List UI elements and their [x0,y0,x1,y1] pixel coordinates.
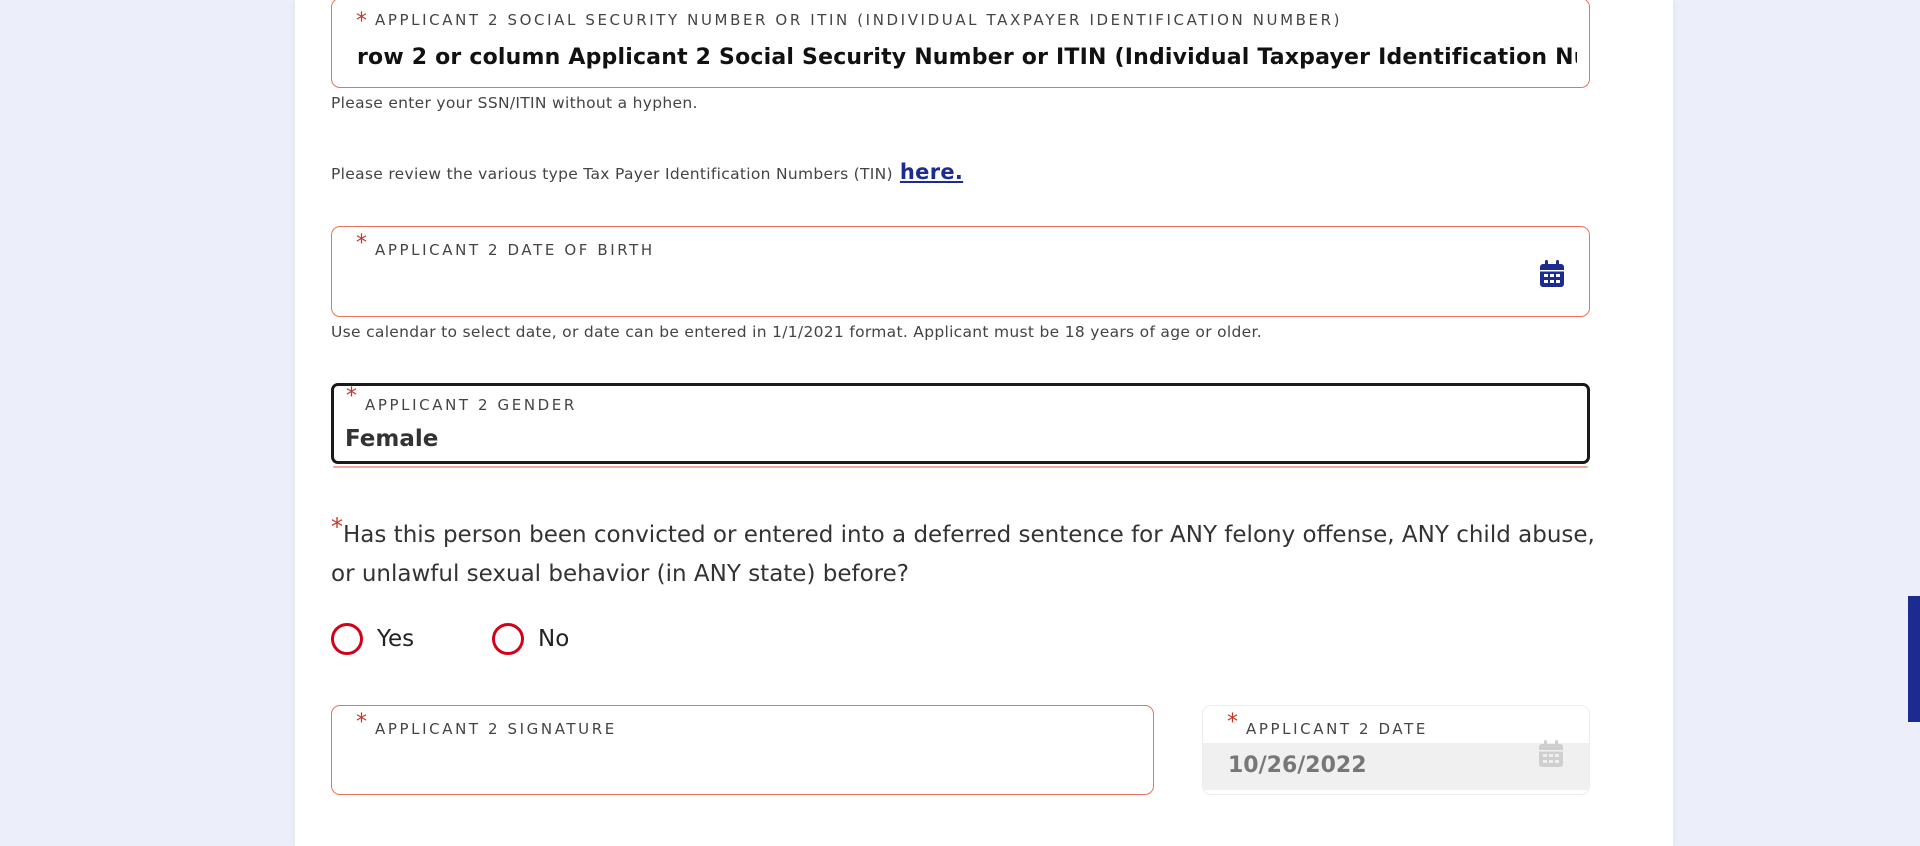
signature-field[interactable]: * APPLICANT 2 SIGNATURE [331,705,1154,795]
scrollbar-track[interactable] [1908,0,1920,846]
signature-label: APPLICANT 2 SIGNATURE [375,720,617,738]
ssn-help-text: Please enter your SSN/ITIN without a hyp… [331,94,698,112]
felony-yes-radio[interactable]: Yes [331,623,414,655]
required-marker: * [331,513,343,541]
date-value: 10/26/2022 [1228,753,1367,778]
date-label: APPLICANT 2 DATE [1246,720,1428,738]
ssn-label: APPLICANT 2 SOCIAL SECURITY NUMBER OR IT… [375,11,1343,29]
required-marker: * [356,231,367,256]
felony-question: *Has this person been convicted or enter… [331,513,1601,594]
date-field: * APPLICANT 2 DATE 10/26/2022 [1202,705,1590,795]
dob-label: APPLICANT 2 DATE OF BIRTH [375,241,655,259]
required-marker: * [1227,710,1238,735]
required-marker: * [356,9,367,34]
required-marker: * [346,384,357,409]
calendar-icon[interactable] [1539,260,1565,288]
calendar-icon [1539,740,1563,767]
gender-field-wrapper: * APPLICANT 2 GENDER Female [331,383,1590,469]
radio-circle[interactable] [331,623,363,655]
tin-review-link[interactable]: here. [900,160,963,184]
felony-no-label[interactable]: No [538,626,569,652]
dob-help-text: Use calendar to select date, or date can… [331,323,1262,341]
gender-label: APPLICANT 2 GENDER [365,396,577,414]
radio-circle[interactable] [492,623,524,655]
dob-field[interactable]: * APPLICANT 2 DATE OF BIRTH [331,226,1590,317]
gender-select[interactable]: * APPLICANT 2 GENDER Female [331,383,1590,464]
felony-question-text: Has this person been convicted or entere… [331,522,1595,587]
felony-yes-label[interactable]: Yes [377,626,414,652]
gender-value: Female [345,426,439,452]
required-marker: * [356,710,367,735]
gender-underline [333,466,1588,468]
scrollbar-thumb[interactable] [1908,596,1920,722]
ssn-field[interactable]: * APPLICANT 2 SOCIAL SECURITY NUMBER OR … [331,0,1590,88]
tin-review-text: Please review the various type Tax Payer… [331,160,963,184]
ssn-input[interactable]: row 2 or column Applicant 2 Social Secur… [357,45,1577,70]
tin-review-label: Please review the various type Tax Payer… [331,165,893,183]
felony-no-radio[interactable]: No [492,623,569,655]
